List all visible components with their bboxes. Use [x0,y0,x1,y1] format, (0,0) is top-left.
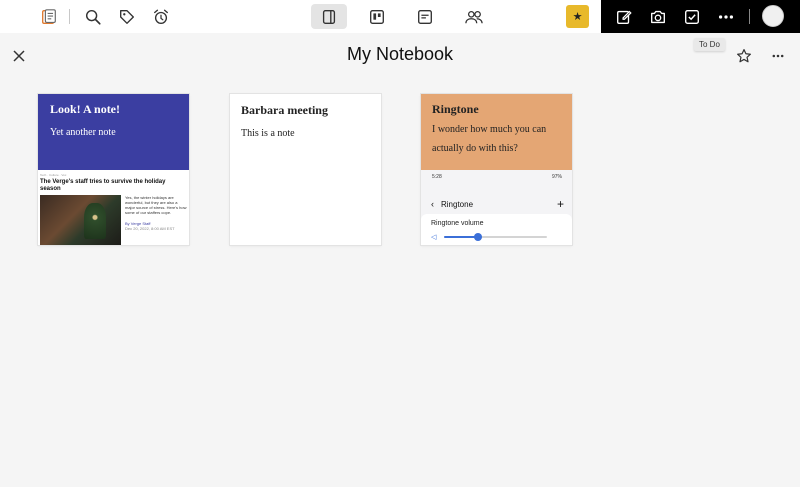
note-card[interactable]: Barbara meeting This is a note [230,94,381,245]
edit-icon[interactable] [614,7,634,27]
quick-actions-bar [601,0,800,33]
phone-time: 5:28 [432,174,442,180]
phone-header: ‹ Ringtone + [421,197,572,211]
note-card-header: Barbara meeting This is a note [230,94,381,152]
people-view-button[interactable] [456,4,492,29]
article-date: Dec 20, 2022, 8:00 AM EST [125,226,175,231]
slider-track [444,233,548,241]
more-icon [771,49,785,63]
page-title: My Notebook [346,44,454,64]
more-icon[interactable] [716,7,736,27]
note-title: Barbara meeting [241,103,328,117]
article-headline: The Verge's staff tries to survive the h… [40,179,166,192]
plus-icon: + [556,197,564,211]
toolbar-divider [749,9,750,24]
note-card[interactable]: Ringtone I wonder how much you can actua… [421,94,572,245]
star-icon [736,48,752,64]
checkbox-icon[interactable] [682,7,702,27]
tag-icon[interactable] [117,7,137,27]
note-card-header: Ringtone I wonder how much you can actua… [421,94,572,170]
note-body: This is a note [241,128,295,139]
phone-screen-title: Ringtone [441,199,474,209]
slider-thumb [474,233,483,241]
search-icon[interactable] [83,7,103,27]
slider-fill [444,236,479,238]
notes-app-icon[interactable] [39,7,59,27]
note-body: Yet another note [50,127,116,138]
volume-label: Ringtone volume [431,220,484,227]
note-view-icon [416,8,434,26]
board-view-button[interactable] [359,4,395,29]
volume-panel: Ringtone volume ◁ [421,214,572,245]
note-body: I wonder how much you can actually do wi… [432,124,547,154]
note-title: Ringtone [432,102,479,116]
board-view-icon [368,8,386,26]
camera-icon[interactable] [648,7,668,27]
article-snippet: Yes, the winter holidays are wonderful, … [125,195,187,215]
top-toolbar: ★ [0,0,800,33]
avatar[interactable] [762,5,784,27]
note-title: Look! A note! [50,102,121,116]
article-photo [40,195,121,245]
notebook-more-button[interactable] [769,47,787,65]
article-meta: Tech · Culture · Vox [40,173,67,177]
alarm-icon[interactable] [151,7,171,27]
phone-status-bar: 5:28 97% [421,170,572,180]
back-arrow-icon: ‹ [431,199,434,209]
notebook-view-button[interactable] [311,4,347,29]
screenshot-preview: 5:28 97% ‹ Ringtone + Ringtone volume ◁ [421,170,572,245]
phone-battery: 97% [551,174,562,180]
note-view-button[interactable] [407,4,443,29]
note-card[interactable]: Look! A note! Yet another note Tech · Cu… [38,94,189,245]
speaker-icon: ◁ [431,234,437,241]
favorite-button[interactable] [735,47,753,65]
toolbar-divider [69,9,70,24]
notebook-view-icon [320,8,338,26]
people-icon [464,8,484,26]
volume-slider: ◁ [431,233,562,241]
note-card-header: Look! A note! Yet another note [38,94,189,170]
shortcut-star-button[interactable]: ★ [566,5,589,28]
web-clip-preview: Tech · Culture · Vox The Verge's staff t… [38,170,189,245]
